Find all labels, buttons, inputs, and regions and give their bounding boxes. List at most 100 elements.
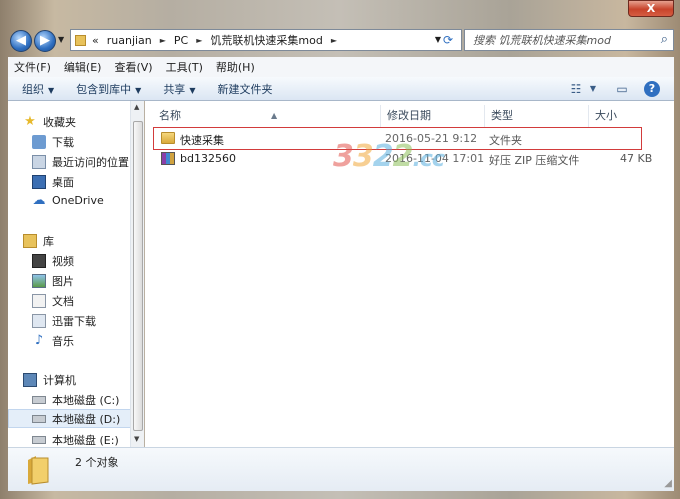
nav-downloads-label: 下载 [52,135,74,149]
zip-archive-icon [161,152,175,165]
nav-recent[interactable]: 最近访问的位置 [32,152,143,171]
nav-libraries-label: 库 [43,234,54,248]
breadcrumb-current-folder[interactable]: 饥荒联机快速采集mod [210,32,322,48]
pictures-icon [32,273,46,288]
breadcrumb-separator-icon[interactable]: ► [160,36,166,45]
watermark-char: 3 [352,139,374,174]
breadcrumb-ruanjian[interactable]: ruanjian [107,34,152,47]
nav-onedrive-label: OneDrive [52,194,104,207]
breadcrumb-separator-icon[interactable]: ► [196,36,202,45]
watermark-char: 2 [392,139,414,174]
file-type: 好压 ZIP 压缩文件 [489,154,580,167]
videos-icon [32,253,46,268]
nav-disk-e-label: 本地磁盘 (E:) [52,433,119,447]
column-type-label: 类型 [491,109,513,122]
chevron-down-icon: ▼ [48,85,55,95]
drive-icon [32,435,46,444]
nav-libraries[interactable]: 库 [23,231,143,250]
organize-label: 组织 [22,82,44,96]
close-button[interactable]: X [628,0,674,17]
watermark-char: 2 [372,139,394,174]
column-date-label: 修改日期 [387,109,431,122]
scroll-thumb[interactable] [133,121,143,431]
nav-disk-e[interactable]: 本地磁盘 (E:) [32,430,143,447]
column-header-name[interactable]: 名称 ▲ [153,105,381,127]
new-folder-label: 新建文件夹 [217,82,273,96]
view-options-icon[interactable]: ☷ [568,81,584,97]
nav-desktop[interactable]: 桌面 [32,172,143,191]
address-bar[interactable]: « ruanjian ► PC ► 饥荒联机快速采集mod ► ▼ [70,29,462,51]
nav-pictures-label: 图片 [52,274,74,288]
details-pane: 2 个对象 ◢ [8,447,674,491]
nav-disk-d-label: 本地磁盘 (D:) [52,412,121,426]
file-list: 名称 ▲ 修改日期 类型 大小 快速采集 2016-05-21 9:12 文件夹… [145,101,674,447]
menu-edit[interactable]: 编辑(E) [64,59,102,75]
chevron-down-icon: ▼ [135,85,142,95]
organize-button[interactable]: 组织 ▼ [22,81,54,97]
menu-file[interactable]: 文件(F) [14,59,51,75]
nav-thunder-downloads[interactable]: 迅雷下载 [32,311,143,330]
resize-grip-icon[interactable]: ◢ [664,478,672,489]
search-icon[interactable]: ⌕ [661,32,668,47]
include-in-library-button[interactable]: 包含到库中 ▼ [76,81,141,97]
view-dropdown-icon[interactable]: ▼ [588,81,598,97]
nav-videos[interactable]: 视频 [32,251,143,270]
menu-help[interactable]: 帮助(H) [216,59,255,75]
nav-computer[interactable]: 计算机 [23,370,143,389]
drive-icon [32,414,46,423]
watermark-suffix: .cc [412,147,445,172]
new-folder-button[interactable]: 新建文件夹 [217,81,272,97]
nav-disk-c-label: 本地磁盘 (C:) [52,393,120,407]
arrow-right-icon: ▶ [40,33,50,48]
breadcrumb-separator-icon[interactable]: ► [331,36,337,45]
nav-computer-label: 计算机 [43,373,76,387]
column-header-size[interactable]: 大小 [589,105,649,127]
scroll-down-icon[interactable]: ▼ [134,435,139,443]
item-count: 2 个对象 [75,456,119,469]
column-name-label: 名称 [159,109,181,122]
search-placeholder: 搜索 饥荒联机快速采集mod [473,34,611,47]
refresh-icon[interactable]: ⟳ [440,33,456,47]
breadcrumb-pc[interactable]: PC [174,34,188,47]
search-input[interactable]: 搜索 饥荒联机快速采集mod ⌕ [464,29,674,51]
nav-disk-d[interactable]: 本地磁盘 (D:) [8,409,134,428]
music-icon: ♪ [34,333,44,348]
nav-desktop-label: 桌面 [52,175,74,189]
nav-onedrive[interactable]: ☁ OneDrive [32,191,143,210]
scroll-up-icon[interactable]: ▲ [134,103,139,111]
share-label: 共享 [163,82,186,96]
menu-tools[interactable]: 工具(T) [166,59,203,75]
column-header-date[interactable]: 修改日期 [381,105,485,127]
libraries-icon [23,233,37,248]
menu-bar: 文件(F) 编辑(E) 查看(V) 工具(T) 帮助(H) [8,57,674,77]
nav-videos-label: 视频 [52,254,74,268]
nav-recent-label: 最近访问的位置 [52,155,129,169]
back-button[interactable]: ◀ [10,30,32,52]
preview-pane-icon[interactable]: ▭ [614,81,630,97]
nav-documents[interactable]: 文档 [32,291,143,310]
folder-icon [28,456,49,485]
forward-button[interactable]: ▶ [34,30,56,52]
nav-pictures[interactable]: 图片 [32,271,143,290]
share-button[interactable]: 共享 ▼ [163,81,195,97]
nav-downloads[interactable]: 下载 [32,132,143,151]
column-size-label: 大小 [595,109,617,122]
nav-scrollbar[interactable]: ▲ ▼ [130,101,144,447]
documents-icon [32,293,46,308]
nav-music-label: 音乐 [52,334,74,348]
folder-icon [32,313,46,328]
breadcrumb-overflow[interactable]: « [92,34,99,47]
nav-music[interactable]: ♪ 音乐 [32,331,143,350]
help-icon[interactable]: ? [644,81,660,97]
history-dropdown-icon[interactable]: ▼ [58,35,64,44]
arrow-left-icon: ◀ [16,33,26,48]
nav-favorites[interactable]: ★ 收藏夹 [23,112,143,131]
column-header-type[interactable]: 类型 [485,105,589,127]
nav-disk-c[interactable]: 本地磁盘 (C:) [32,390,143,409]
include-in-library-label: 包含到库中 [76,82,132,96]
desktop-icon [32,174,46,189]
file-size: 47 KB [620,152,653,165]
nav-documents-label: 文档 [52,294,74,308]
menu-view[interactable]: 查看(V) [114,59,152,75]
sort-ascending-icon: ▲ [271,111,278,120]
